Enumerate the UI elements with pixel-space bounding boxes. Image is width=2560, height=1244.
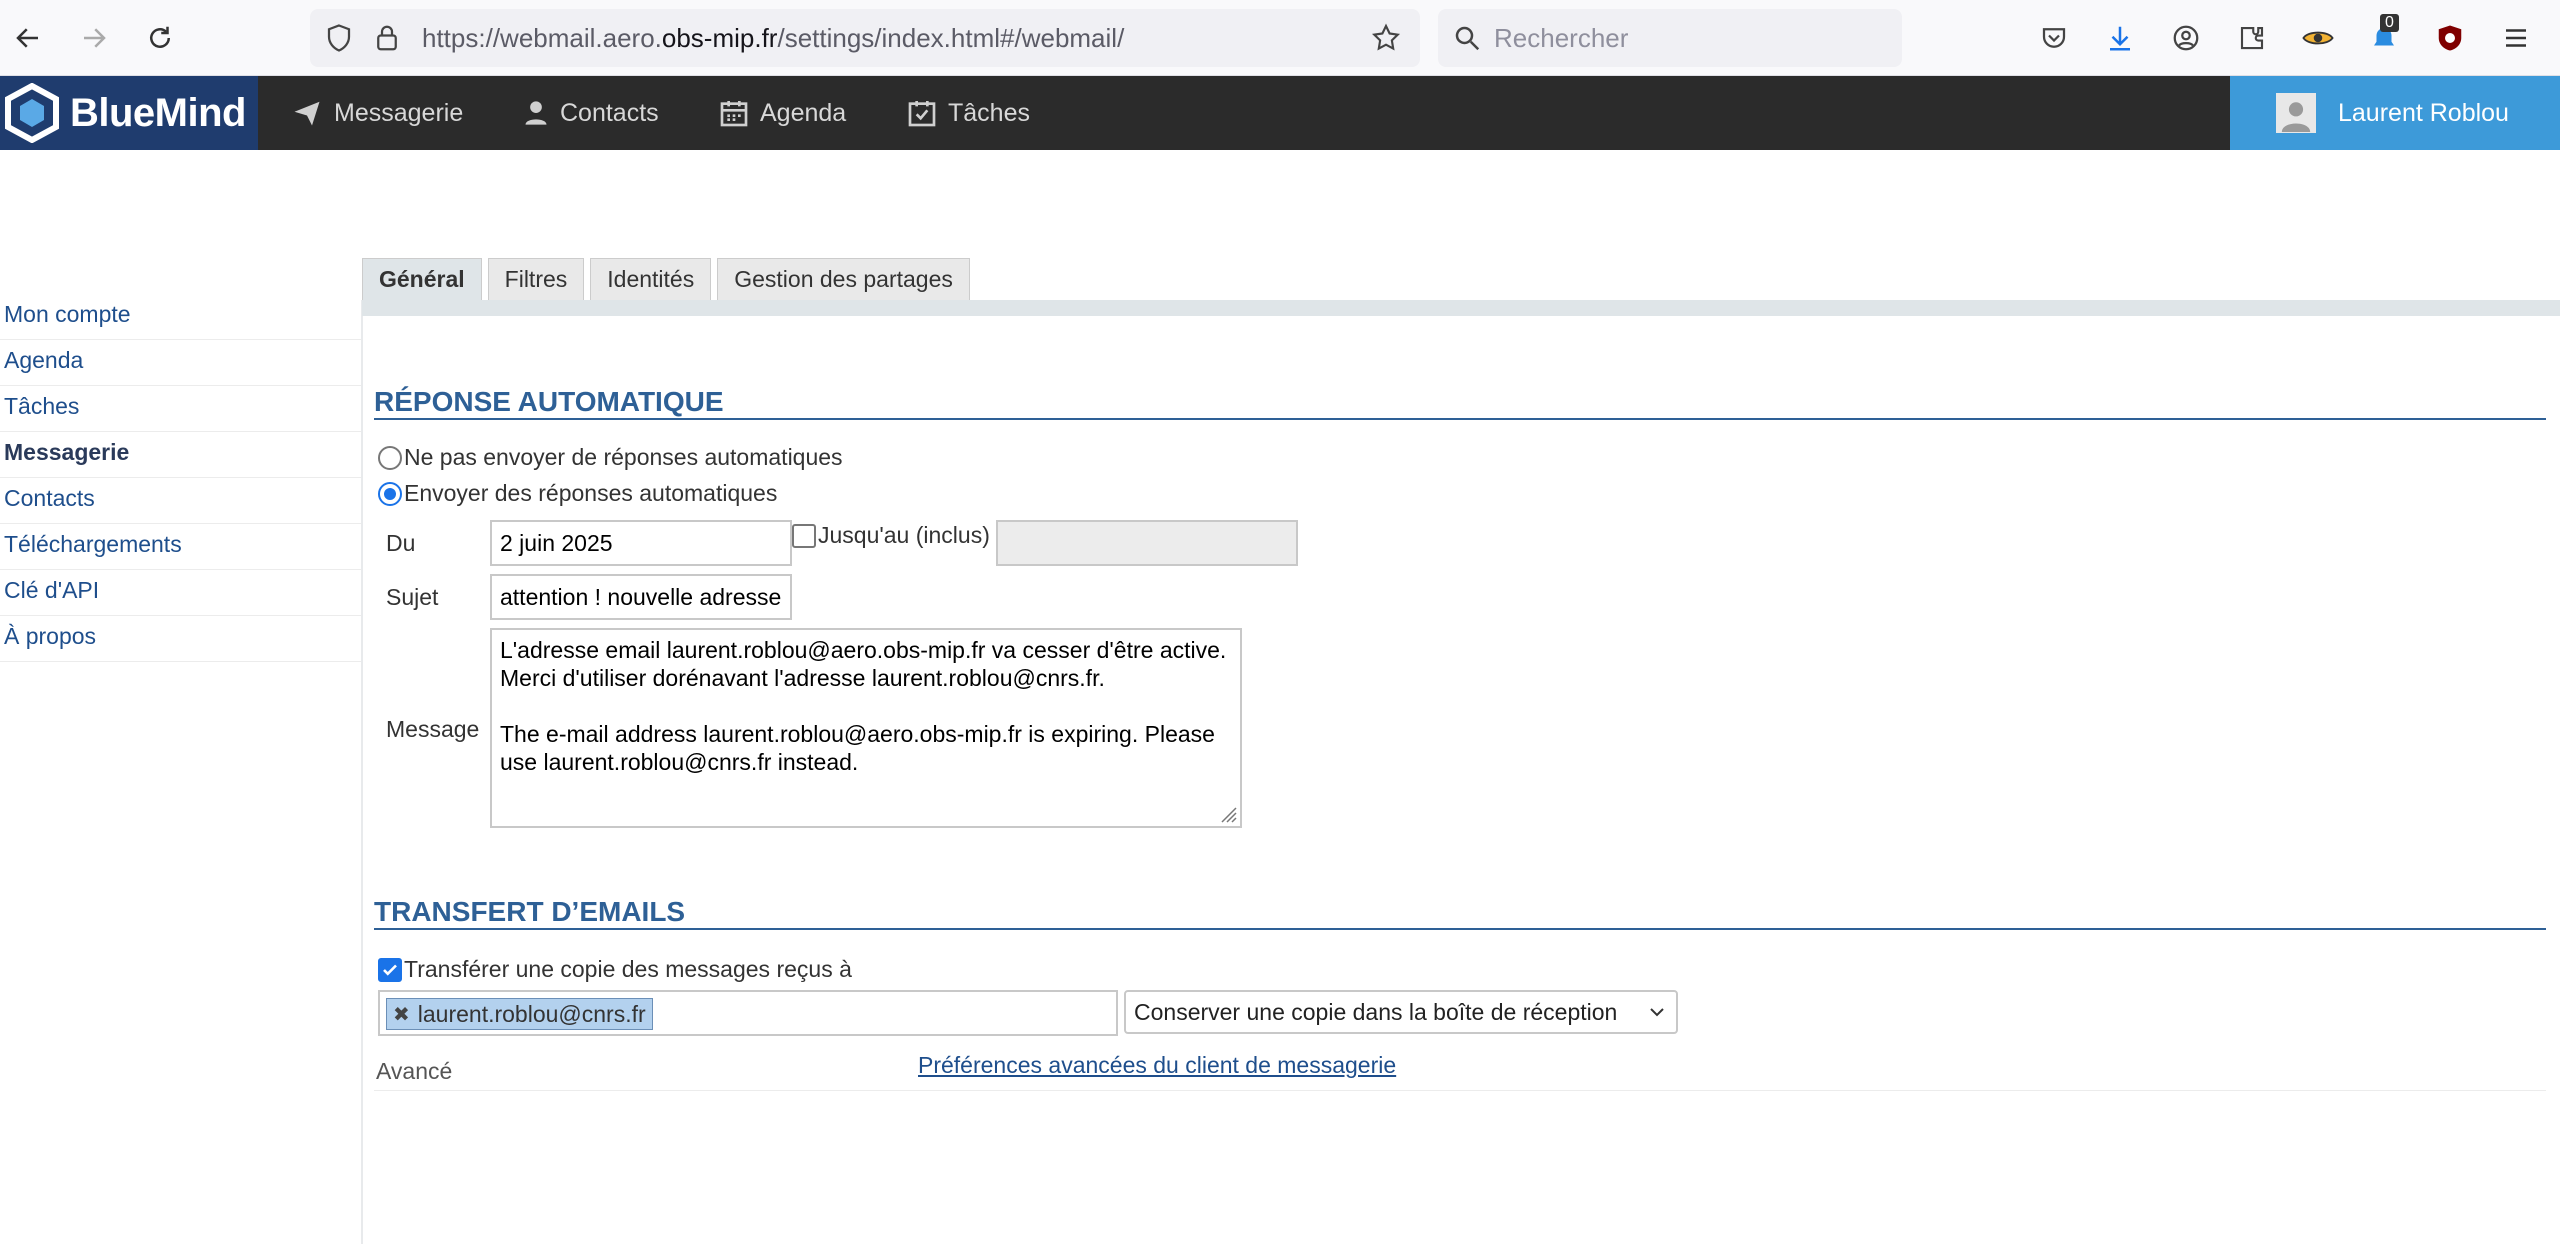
nav-messagerie-label: Messagerie xyxy=(334,98,464,127)
notification-icon[interactable]: 0 xyxy=(2364,14,2404,58)
content-divider xyxy=(361,300,363,1244)
advanced-label: Avancé xyxy=(376,1058,453,1084)
message-label: Message xyxy=(386,716,480,742)
sidebar-item-telechargements[interactable]: Téléchargements xyxy=(0,524,362,570)
tab-filtres[interactable]: Filtres xyxy=(487,258,585,300)
url-text[interactable]: https://webmail.aero.obs-mip.fr/settings… xyxy=(422,9,1124,67)
person-icon xyxy=(525,101,547,125)
auto-reply-off-option[interactable]: Ne pas envoyer de réponses automatiques xyxy=(378,444,843,471)
settings-sidebar: Mon compte Agenda Tâches Messagerie Cont… xyxy=(0,294,362,662)
recipient-chip[interactable]: ✖ laurent.roblou@cnrs.fr xyxy=(386,998,653,1030)
nav-taches[interactable]: Tâches xyxy=(906,76,1030,150)
search-icon xyxy=(1452,23,1482,58)
forward-option[interactable]: Transférer une copie des messages reçus … xyxy=(378,956,852,983)
until-checkbox[interactable] xyxy=(792,523,816,548)
auto-reply-on-label: Envoyer des réponses automatiques xyxy=(404,480,778,506)
sidebar-item-messagerie[interactable]: Messagerie xyxy=(0,432,362,478)
advanced-divider xyxy=(374,1090,2546,1091)
sidebar-item-cle-api[interactable]: Clé d'API xyxy=(0,570,362,616)
recipient-email: laurent.roblou@cnrs.fr xyxy=(417,1000,646,1027)
advanced-preferences-link[interactable]: Préférences avancées du client de messag… xyxy=(918,1052,1396,1079)
forward-recipient-field[interactable]: ✖ laurent.roblou@cnrs.fr xyxy=(378,990,1118,1036)
ublock-icon[interactable] xyxy=(2430,18,2470,58)
forward-arrow-icon[interactable] xyxy=(74,18,114,58)
settings-tabs: Général Filtres Identités Gestion des pa… xyxy=(362,258,976,300)
browser-toolbar: https://webmail.aero.obs-mip.fr/settings… xyxy=(0,0,2560,76)
auto-reply-divider xyxy=(374,418,2546,420)
search-placeholder: Rechercher xyxy=(1494,23,1629,53)
avatar xyxy=(2276,93,2316,133)
user-name: Laurent Roblou xyxy=(2338,98,2509,127)
back-arrow-icon[interactable] xyxy=(8,18,48,58)
shield-icon[interactable] xyxy=(324,23,354,58)
subject-input[interactable] xyxy=(490,574,792,620)
task-check-icon xyxy=(908,101,936,127)
sidebar-item-taches[interactable]: Tâches xyxy=(0,386,362,432)
auto-reply-on-radio[interactable] xyxy=(378,481,402,506)
forward-checkbox[interactable] xyxy=(378,957,402,982)
resize-handle-icon[interactable] xyxy=(1218,804,1238,829)
sidebar-item-a-propos[interactable]: À propos xyxy=(0,616,362,662)
sidebar-item-contacts[interactable]: Contacts xyxy=(0,478,362,524)
until-label: Jusqu'au (inclus) xyxy=(818,522,990,548)
auto-reply-on-option[interactable]: Envoyer des réponses automatiques xyxy=(378,480,777,507)
sidebar-item-agenda[interactable]: Agenda xyxy=(0,340,362,386)
tab-strip xyxy=(362,300,2560,316)
eye-icon[interactable] xyxy=(2298,18,2338,58)
nav-taches-label: Tâches xyxy=(948,98,1030,127)
bluemind-logo[interactable]: BlueMind xyxy=(0,76,258,150)
paper-plane-icon xyxy=(294,101,320,126)
remove-recipient-icon[interactable]: ✖ xyxy=(393,1002,410,1027)
chevron-down-icon xyxy=(1648,992,1666,1044)
nav-agenda[interactable]: Agenda xyxy=(718,76,846,150)
from-label: Du xyxy=(386,530,416,556)
from-date-input[interactable] xyxy=(490,520,792,566)
until-date-input[interactable] xyxy=(996,520,1298,566)
auto-reply-off-radio[interactable] xyxy=(378,445,402,470)
reload-icon[interactable] xyxy=(140,18,180,58)
pocket-icon[interactable] xyxy=(2034,18,2074,58)
bluemind-logo-icon xyxy=(5,83,59,143)
nav-messagerie[interactable]: Messagerie xyxy=(290,76,463,150)
url-bar[interactable]: https://webmail.aero.obs-mip.fr/settings… xyxy=(310,9,1420,67)
browser-search-box[interactable]: Rechercher xyxy=(1438,9,1902,67)
forward-divider xyxy=(374,928,2546,930)
keep-copy-selected: Conserver une copie dans la boîte de réc… xyxy=(1134,999,1618,1025)
keep-copy-select[interactable]: Conserver une copie dans la boîte de réc… xyxy=(1124,990,1678,1034)
tab-general[interactable]: Général xyxy=(362,258,482,300)
notification-badge: 0 xyxy=(2380,14,2399,32)
app-header: BlueMind Messagerie Contacts Agenda Tâch… xyxy=(0,76,2560,150)
logo-text: BlueMind xyxy=(70,90,246,135)
checkmark-icon xyxy=(383,964,397,976)
message-textarea[interactable]: L'adresse email laurent.roblou@aero.obs-… xyxy=(490,628,1242,828)
download-icon[interactable] xyxy=(2100,18,2140,58)
auto-reply-title: RÉPONSE AUTOMATIQUE xyxy=(374,386,724,417)
nav-contacts-label: Contacts xyxy=(560,98,659,127)
subject-label: Sujet xyxy=(386,584,439,610)
account-icon[interactable] xyxy=(2166,18,2206,58)
tab-gestion-partages[interactable]: Gestion des partages xyxy=(717,258,970,300)
nav-contacts[interactable]: Contacts xyxy=(522,76,659,150)
auto-reply-off-label: Ne pas envoyer de réponses automatiques xyxy=(404,444,843,470)
star-icon[interactable] xyxy=(1370,22,1402,59)
avatar-person-icon xyxy=(2281,102,2311,132)
lock-icon[interactable] xyxy=(372,23,402,58)
forward-title: TRANSFERT D’EMAILS xyxy=(374,896,686,927)
menu-icon[interactable] xyxy=(2496,18,2536,58)
calendar-icon xyxy=(720,101,748,127)
forward-checkbox-label: Transférer une copie des messages reçus … xyxy=(404,956,852,982)
until-option[interactable]: Jusqu'au (inclus) xyxy=(792,522,990,549)
extensions-icon[interactable] xyxy=(2232,18,2272,58)
nav-agenda-label: Agenda xyxy=(760,98,847,127)
sidebar-item-mon-compte[interactable]: Mon compte xyxy=(0,294,362,340)
user-menu[interactable]: Laurent Roblou xyxy=(2230,76,2560,150)
tab-identites[interactable]: Identités xyxy=(590,258,712,300)
